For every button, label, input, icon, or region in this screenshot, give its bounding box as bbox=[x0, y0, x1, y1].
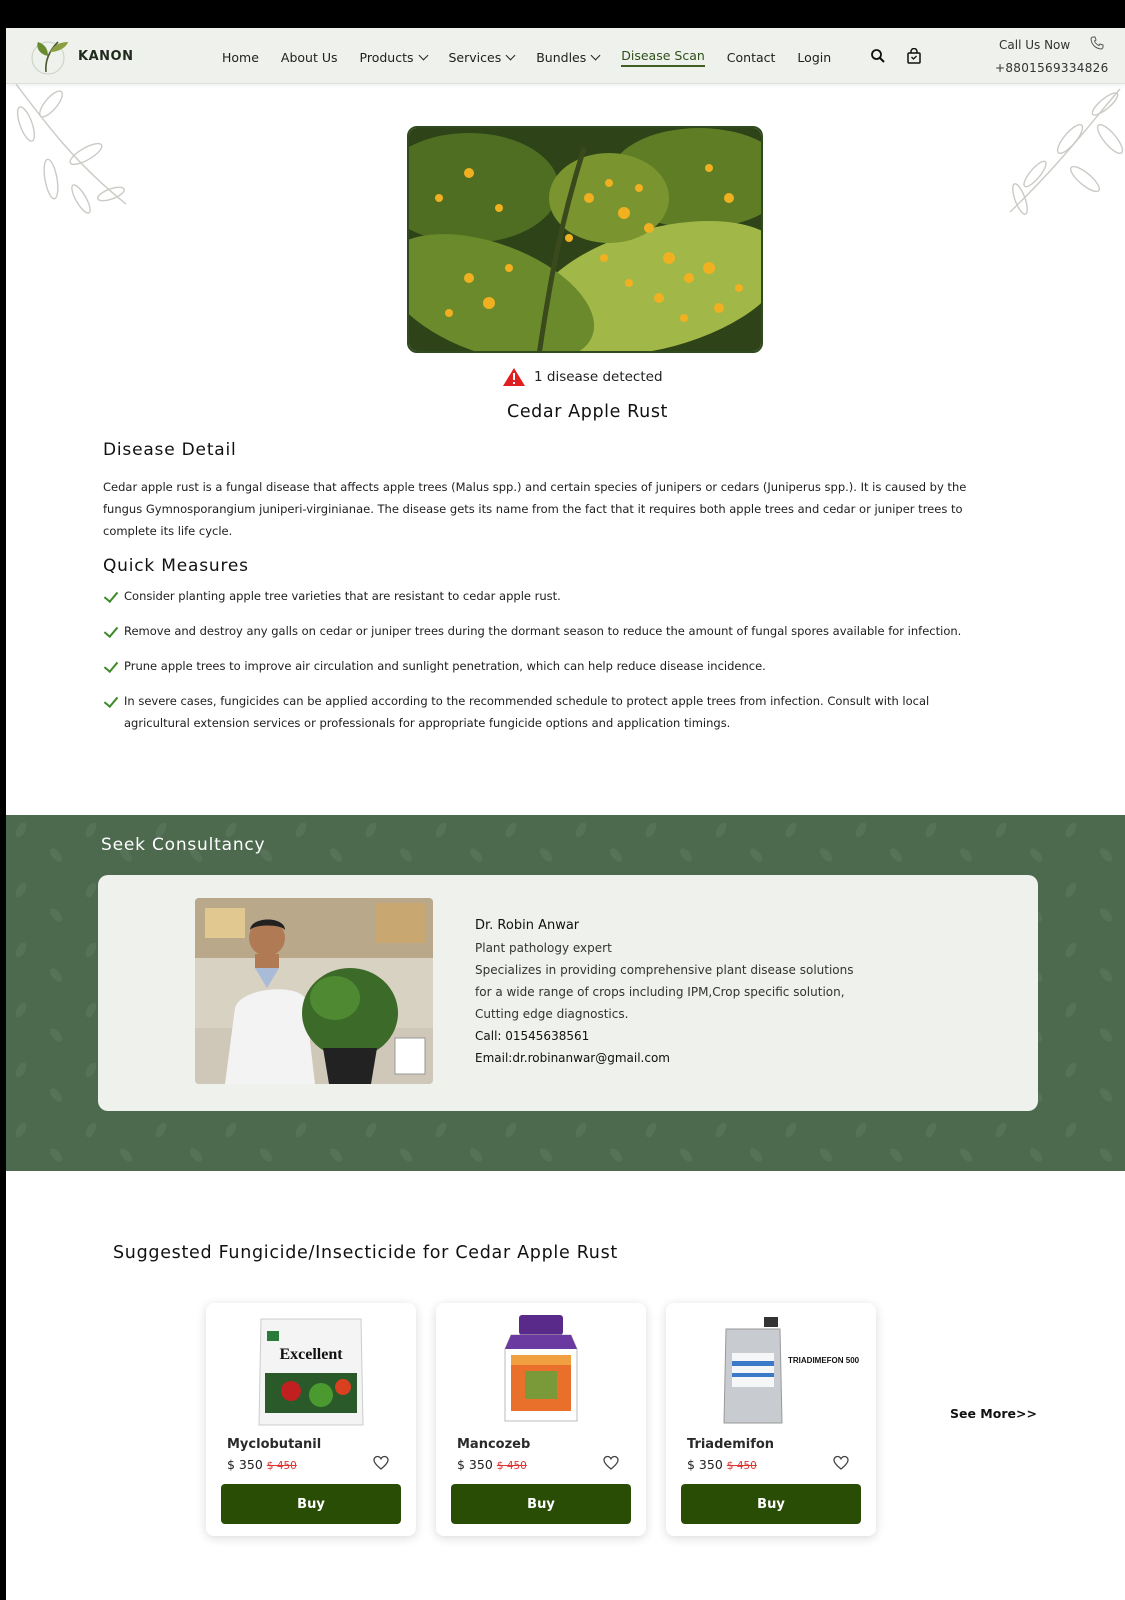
product-price: $ 350 $ 450 bbox=[457, 1457, 527, 1472]
main-nav: Home About Us Products Services Bundles … bbox=[222, 48, 853, 67]
consultancy-heading: Seek Consultancy bbox=[101, 835, 266, 855]
product-price: $ 350 $ 450 bbox=[687, 1457, 757, 1472]
nav-login[interactable]: Login bbox=[797, 48, 831, 67]
nav-home[interactable]: Home bbox=[222, 48, 259, 67]
buy-button[interactable]: Buy bbox=[221, 1484, 401, 1524]
product-image-triademifon: TRIADIMEFON 500 WG bbox=[723, 1317, 860, 1424]
buy-button[interactable]: Buy bbox=[681, 1484, 861, 1524]
heart-icon[interactable] bbox=[603, 1455, 619, 1471]
disease-detail-heading: Disease Detail bbox=[103, 440, 237, 460]
nav-home-label: Home bbox=[222, 50, 259, 65]
consultant-role: Plant pathology expert bbox=[475, 941, 612, 955]
chevron-down-icon bbox=[418, 50, 428, 61]
chevron-down-icon bbox=[505, 50, 516, 61]
consultant-name: Dr. Robin Anwar bbox=[475, 918, 580, 933]
nav-login-label: Login bbox=[797, 50, 832, 65]
old-price: $ 450 bbox=[496, 1460, 527, 1472]
measure-item: Remove and destroy any galls on cedar or… bbox=[103, 620, 993, 642]
call-label: Call Us Now bbox=[999, 38, 1071, 52]
chevron-down-icon bbox=[590, 50, 601, 61]
consultant-photo bbox=[195, 898, 433, 1084]
nav-disease-scan[interactable]: Disease Scan bbox=[621, 48, 705, 67]
logo-icon[interactable] bbox=[28, 36, 74, 76]
measure-text: Consider planting apple tree varieties t… bbox=[124, 589, 561, 603]
consultant-email[interactable]: Email:dr.robinanwar@gmail.com bbox=[475, 1047, 854, 1069]
consultant-card: Dr. Robin Anwar Plant pathology expert S… bbox=[98, 875, 1038, 1111]
product-card[interactable]: Mancozeb $ 350 $ 450 Buy bbox=[436, 1303, 646, 1536]
consultant-desc-line: for a wide range of crops including IPM,… bbox=[475, 985, 845, 999]
consultancy-section: Seek Consultancy Dr. Robin Anwar Plant p… bbox=[6, 815, 1125, 1171]
brand-name[interactable]: KANON bbox=[78, 49, 133, 64]
check-icon bbox=[103, 690, 124, 712]
phone-icon[interactable] bbox=[1090, 36, 1104, 50]
consultant-photo-illustration bbox=[195, 898, 433, 1084]
product-name[interactable]: Mancozeb bbox=[457, 1437, 530, 1452]
measure-item: In severe cases, fungicides can be appli… bbox=[103, 690, 993, 734]
nav-services-label: Services bbox=[448, 50, 502, 65]
nav-disease-scan-label: Disease Scan bbox=[621, 48, 705, 63]
see-more-link[interactable]: See More>> bbox=[950, 1406, 1037, 1421]
leaf-photo bbox=[409, 128, 761, 351]
buy-button[interactable]: Buy bbox=[451, 1484, 631, 1524]
measure-text: Prune apple trees to improve air circula… bbox=[124, 659, 766, 673]
check-icon bbox=[103, 655, 124, 677]
search-icon[interactable] bbox=[870, 48, 886, 64]
check-icon bbox=[103, 620, 124, 642]
nav-products[interactable]: Products bbox=[359, 48, 428, 67]
disease-name: Cedar Apple Rust bbox=[507, 402, 668, 422]
check-icon bbox=[103, 585, 124, 607]
disease-detail-text: Cedar apple rust is a fungal disease tha… bbox=[103, 480, 967, 538]
suggested-products-heading: Suggested Fungicide/Insecticide for Ceda… bbox=[113, 1243, 618, 1263]
product-name[interactable]: Triademifon bbox=[687, 1437, 774, 1452]
site-header: KANON Home About Us Products Services Bu… bbox=[6, 28, 1125, 84]
product-card[interactable]: Excellent Myclobutanil $ 350 $ 450 Buy bbox=[206, 1303, 416, 1536]
old-price: $ 450 bbox=[266, 1460, 297, 1472]
bag-icon[interactable] bbox=[906, 48, 922, 64]
product-price: $ 350 $ 450 bbox=[227, 1457, 297, 1472]
current-price: $ 350 bbox=[687, 1457, 723, 1472]
old-price: $ 450 bbox=[726, 1460, 757, 1472]
nav-bundles-label: Bundles bbox=[536, 50, 587, 65]
package-label: TRIADIMEFON 500 WG bbox=[788, 1356, 860, 1365]
quick-measures-heading: Quick Measures bbox=[103, 556, 249, 576]
consultant-desc-line: Cutting edge diagnostics. bbox=[475, 1007, 629, 1021]
product-image-myclobutanil: Excellent bbox=[258, 1318, 364, 1426]
warning-icon bbox=[503, 368, 525, 386]
measure-item: Prune apple trees to improve air circula… bbox=[103, 655, 993, 677]
measure-text: In severe cases, fungicides can be appli… bbox=[124, 694, 930, 730]
nav-about-label: About Us bbox=[280, 50, 338, 65]
nav-services[interactable]: Services bbox=[448, 48, 516, 67]
nav-about[interactable]: About Us bbox=[281, 48, 338, 67]
measure-item: Consider planting apple tree varieties t… bbox=[103, 585, 993, 607]
package-label: Excellent bbox=[279, 1346, 343, 1363]
detection-text: 1 disease detected bbox=[534, 369, 663, 385]
product-image-mancozeb bbox=[504, 1315, 578, 1422]
nav-bundles[interactable]: Bundles bbox=[536, 48, 601, 67]
scanned-leaf-image bbox=[407, 126, 763, 353]
heart-icon[interactable] bbox=[373, 1455, 389, 1471]
current-price: $ 350 bbox=[457, 1457, 493, 1472]
branch-decoration-right bbox=[1009, 88, 1124, 215]
product-card[interactable]: TRIADIMEFON 500 WG Triademifon $ 350$ 45… bbox=[666, 1303, 876, 1536]
branch-decoration-left bbox=[15, 84, 127, 214]
phone-number[interactable]: +8801569334826 bbox=[995, 61, 1109, 75]
consultant-phone[interactable]: Call: 01545638561 bbox=[475, 1025, 854, 1047]
current-price: $ 350 bbox=[227, 1457, 263, 1472]
nav-contact[interactable]: Contact bbox=[727, 48, 776, 67]
product-name[interactable]: Myclobutanil bbox=[227, 1437, 321, 1452]
quick-measures-list: Consider planting apple tree varieties t… bbox=[103, 585, 993, 747]
nav-contact-label: Contact bbox=[726, 50, 776, 65]
nav-products-label: Products bbox=[359, 50, 414, 65]
measure-text: Remove and destroy any galls on cedar or… bbox=[124, 624, 962, 638]
heart-icon[interactable] bbox=[833, 1455, 849, 1471]
consultant-desc-line: Specializes in providing comprehensive p… bbox=[475, 963, 854, 977]
consultant-info: Dr. Robin Anwar Plant pathology expert S… bbox=[475, 915, 854, 1069]
detection-status: 1 disease detected bbox=[502, 367, 663, 387]
